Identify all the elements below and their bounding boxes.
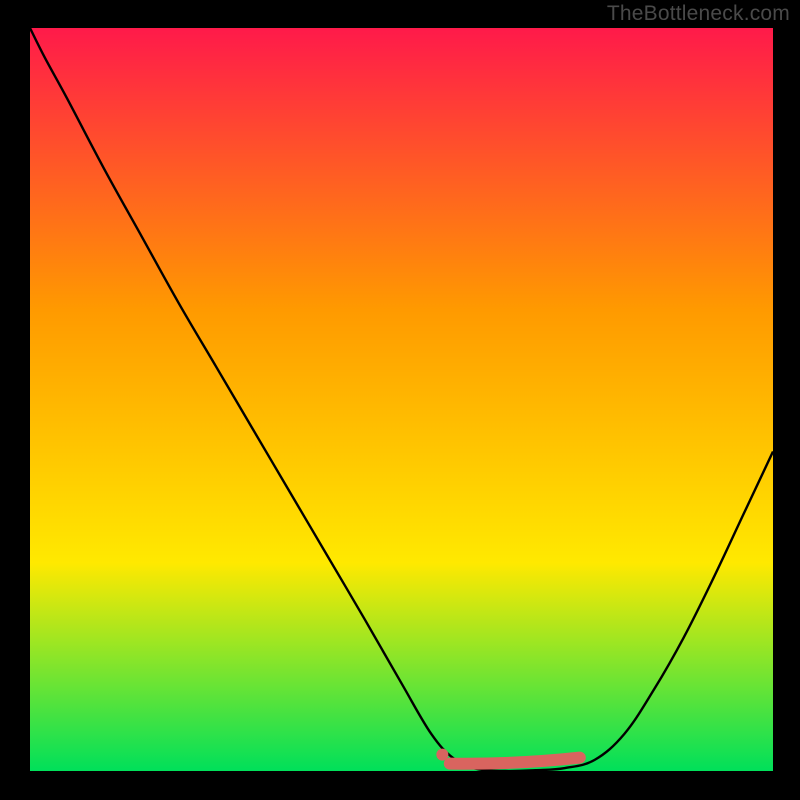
marker-dot	[436, 749, 448, 761]
plot-area	[30, 28, 773, 771]
chart-svg	[30, 28, 773, 771]
attribution-label: TheBottleneck.com	[607, 2, 790, 26]
optimal-range-highlight	[450, 758, 580, 764]
gradient-background	[30, 28, 773, 771]
chart-frame: TheBottleneck.com	[0, 0, 800, 800]
